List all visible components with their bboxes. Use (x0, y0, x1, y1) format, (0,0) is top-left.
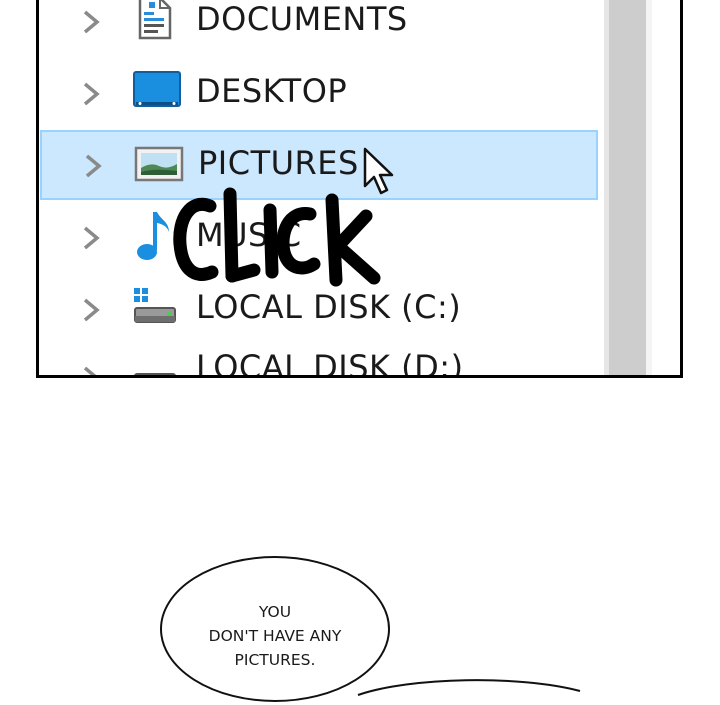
speech-line: YOU (258, 603, 292, 621)
scrollbar-track (646, 0, 652, 375)
speech-line: DON'T HAVE ANY (208, 627, 342, 645)
tree-item-label: PICTURES (198, 144, 359, 182)
speech-line: PICTURES. (234, 651, 316, 669)
chevron-right-icon[interactable] (81, 152, 105, 180)
tree-item-local-disk-d[interactable]: LOCAL DISK (D:) (39, 342, 599, 378)
chevron-right-icon[interactable] (79, 80, 103, 108)
tree-item-label: DESKTOP (196, 72, 348, 110)
chevron-right-icon[interactable] (79, 224, 103, 252)
tree-item-desktop[interactable]: DESKTOP (39, 58, 599, 128)
scrollbar-thumb[interactable] (609, 0, 647, 375)
chevron-right-icon[interactable] (79, 364, 103, 378)
tree-item-label: DOCUMENTS (196, 0, 408, 38)
desktop-icon (133, 71, 181, 107)
local-disk-d-icon (134, 373, 176, 375)
chevron-right-icon[interactable] (79, 296, 103, 324)
vertical-scrollbar[interactable] (604, 0, 652, 375)
speech-bubble-text: YOU DON'T HAVE ANY PICTURES. (175, 600, 375, 672)
chevron-right-icon[interactable] (79, 8, 103, 36)
document-icon (138, 0, 172, 40)
tree-item-documents[interactable]: DOCUMENTS (39, 0, 599, 56)
music-note-icon (137, 212, 169, 260)
click-sound-effect (173, 187, 381, 287)
tree-item-label: LOCAL DISK (D:) (196, 348, 464, 378)
pictures-icon (134, 146, 184, 182)
